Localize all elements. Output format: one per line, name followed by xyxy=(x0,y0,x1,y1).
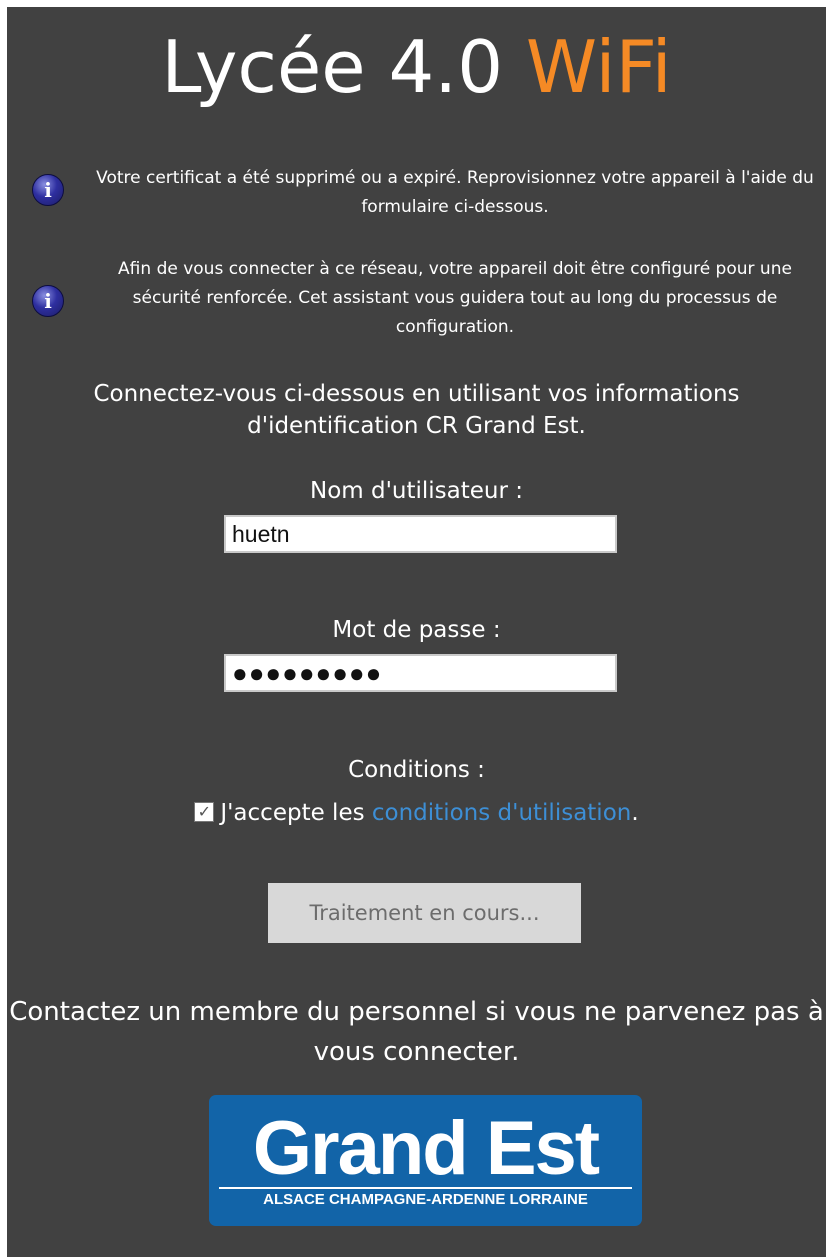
terms-row: ✓ J'accepte les conditions d'utilisation. xyxy=(7,797,826,829)
terms-label: Conditions : xyxy=(348,757,485,783)
terms-suffix: . xyxy=(631,800,639,826)
info-icon: i xyxy=(32,174,64,206)
logo-wordmark: Grand Est xyxy=(252,1106,600,1191)
login-instructions: Connectez-vous ci-dessous en utilisant v… xyxy=(93,381,740,439)
terms-link[interactable]: conditions d'utilisation xyxy=(372,800,631,826)
terms-checkbox[interactable]: ✓ xyxy=(194,801,215,822)
notice-certificate: Votre certificat a été supprimé ou a exp… xyxy=(96,168,814,217)
contact-message: Contactez un membre du personnel si vous… xyxy=(9,997,824,1067)
terms-prefix: J'accepte les xyxy=(220,800,372,826)
page-title: Lycée 4.0 WiFi xyxy=(7,17,826,117)
logo-divider xyxy=(219,1187,632,1189)
logo-tagline: ALSACE CHAMPAGNE-ARDENNE LORRAINE xyxy=(263,1191,588,1208)
grand-est-logo: Grand Est ALSACE CHAMPAGNE-ARDENNE LORRA… xyxy=(209,1095,642,1226)
title-accent: WiFi xyxy=(525,25,672,109)
username-label: Nom d'utilisateur : xyxy=(309,478,524,504)
password-field[interactable]: ●●●●●●●●● xyxy=(224,654,617,692)
notice-configuration: Afin de vous connecter à ce réseau, votr… xyxy=(118,259,792,337)
info-icon: i xyxy=(32,285,64,317)
portal-panel: Lycée 4.0 WiFi i Votre certificat a été … xyxy=(7,7,826,1257)
submit-button[interactable]: Traitement en cours... xyxy=(268,883,581,943)
title-main: Lycée 4.0 xyxy=(161,25,503,109)
password-label: Mot de passe : xyxy=(332,617,501,643)
username-field[interactable] xyxy=(224,515,617,553)
